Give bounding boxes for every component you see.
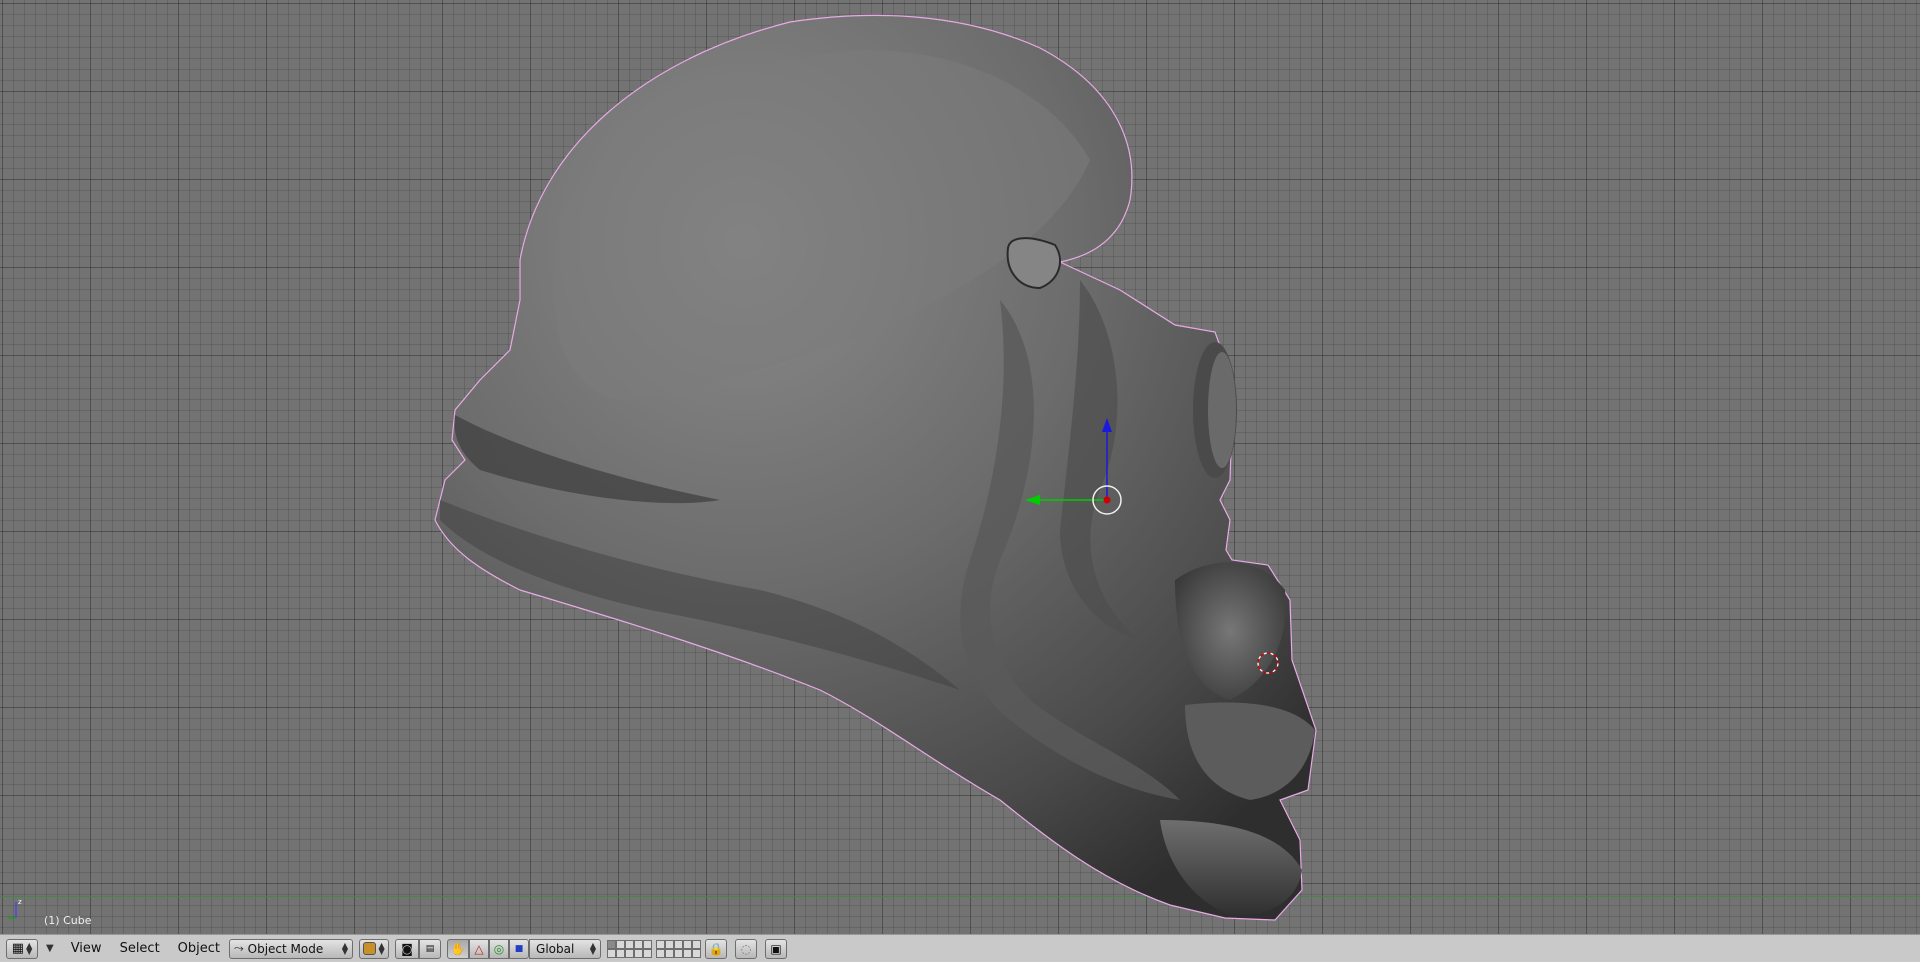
menu-object[interactable]: Object — [169, 941, 229, 956]
draw-type-dropdown[interactable]: ▲ ▼ — [359, 938, 390, 959]
pivot-dropdown[interactable]: ◙ — [395, 938, 420, 959]
layer-column — [692, 939, 702, 958]
layer-toggle-1[interactable] — [607, 939, 617, 949]
layer-buttons-1 — [607, 939, 653, 958]
layer-toggle-17[interactable] — [665, 948, 675, 958]
layer-toggle-8[interactable] — [625, 948, 635, 958]
hand-icon: ✋ — [450, 941, 466, 956]
mode-label: Object Mode — [247, 941, 324, 956]
layer-toggle-14[interactable] — [683, 939, 693, 949]
scale-icon: ■ — [514, 943, 524, 954]
mode-dropdown[interactable]: ⤳ Object Mode ▲ ▼ — [229, 938, 354, 959]
render-icon: ▣ — [770, 941, 782, 956]
translate-icon: △ — [474, 941, 484, 956]
layer-column — [607, 939, 617, 958]
layer-buttons-2 — [656, 939, 702, 958]
updown-icon: ▲ ▼ — [26, 940, 33, 956]
layer-toggle-15[interactable] — [692, 939, 702, 949]
layer-toggle-4[interactable] — [634, 939, 644, 949]
object-mode-icon: ⤳ — [234, 941, 244, 955]
layer-toggle-12[interactable] — [665, 939, 675, 949]
layer-toggle-18[interactable] — [674, 948, 684, 958]
rotate-icon: ◎ — [493, 941, 505, 956]
menu-select[interactable]: Select — [111, 941, 169, 956]
layer-toggle-19[interactable] — [683, 948, 693, 958]
viewport-header: ▦ ▲ ▼ ▼ View Select Object ⤳ Object Mode … — [0, 934, 1920, 962]
layer-toggle-9[interactable] — [634, 948, 644, 958]
rotate-manipulator[interactable]: ◎ — [489, 938, 510, 959]
3d-viewport[interactable]: z (1) Cube — [0, 0, 1920, 934]
layer-column — [634, 939, 644, 958]
updown-icon: ▲ ▼ — [378, 940, 385, 956]
pivot-group: ◙ ▤ — [395, 938, 442, 959]
active-object-label: (1) Cube — [44, 914, 92, 927]
head-mesh[interactable] — [0, 0, 1920, 934]
pivot-icon: ◙ — [401, 941, 413, 956]
layer-toggle-5[interactable] — [643, 939, 653, 949]
layer-column — [625, 939, 635, 958]
lock-layers-button[interactable]: 🔒 — [705, 938, 728, 959]
layer-column — [643, 939, 653, 958]
svg-text:z: z — [18, 898, 22, 906]
layer-toggle-6[interactable] — [607, 948, 617, 958]
layer-column — [683, 939, 693, 958]
layers-icon: ▤ — [425, 943, 435, 954]
scale-manipulator[interactable]: ■ — [509, 938, 530, 959]
layer-toggle-20[interactable] — [692, 948, 702, 958]
orientation-label: Global — [536, 941, 575, 956]
snap-icon: ◌ — [740, 941, 752, 956]
layer-column — [616, 939, 626, 958]
layer-toggle-3[interactable] — [625, 939, 635, 949]
grid-icon: ▦ — [11, 941, 25, 956]
layer-column — [656, 939, 666, 958]
layers-toggle[interactable]: ▤ — [419, 938, 442, 959]
shaded-draw-icon — [363, 942, 377, 955]
updown-icon: ▲ ▼ — [341, 940, 349, 956]
layer-column — [674, 939, 684, 958]
layer-toggle-16[interactable] — [656, 948, 666, 958]
layer-toggle-10[interactable] — [643, 948, 653, 958]
collapse-menu-icon[interactable]: ▼ — [46, 943, 54, 954]
editor-type-button[interactable]: ▦ ▲ ▼ — [6, 938, 38, 959]
origin-dot — [1103, 496, 1111, 504]
layer-toggle-13[interactable] — [674, 939, 684, 949]
layer-column — [665, 939, 675, 958]
render-button[interactable]: ▣ — [765, 938, 788, 959]
orientation-dropdown[interactable]: Global ▲ ▼ — [529, 938, 602, 959]
menu-view[interactable]: View — [62, 941, 111, 956]
layer-toggle-2[interactable] — [616, 939, 626, 949]
manipulator-group: ✋ △ ◎ ■ — [447, 938, 530, 959]
layer-toggle-7[interactable] — [616, 948, 626, 958]
nostril-inner — [1208, 352, 1236, 468]
layer-toggle-11[interactable] — [656, 939, 666, 949]
axis-orientation-icon: z — [8, 898, 22, 919]
manipulator-toggle[interactable]: ✋ — [447, 938, 470, 959]
translate-manipulator[interactable]: △ — [469, 938, 490, 959]
updown-icon: ▲ ▼ — [589, 940, 597, 956]
lock-icon: 🔒 — [708, 941, 724, 956]
snap-toggle[interactable]: ◌ — [735, 938, 758, 959]
